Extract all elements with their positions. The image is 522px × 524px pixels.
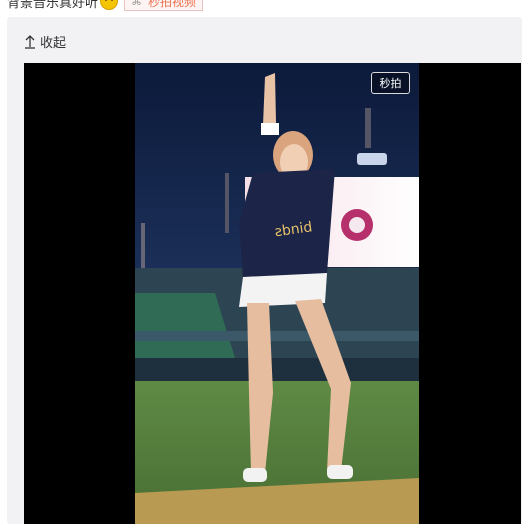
video-link-label: 秒拍视频	[148, 0, 197, 9]
video-frame: ƨbnid	[135, 63, 419, 524]
post-text: 背景音乐真好听	[7, 0, 99, 11]
grin-emoji-icon	[100, 0, 119, 10]
collapse-label: 收起	[40, 36, 67, 51]
video-player[interactable]: ƨbnid 秒拍	[24, 63, 521, 524]
video-source-badge: 秒拍	[371, 72, 410, 94]
video-link-tag[interactable]: ⌘ 秒拍视频	[124, 0, 204, 11]
link-icon: ⌘	[131, 0, 143, 8]
post-text-line: 背景音乐真好听 ⌘ 秒拍视频	[0, 0, 522, 11]
arrow-up-icon	[25, 34, 35, 49]
media-card: 收起 ƨbnid 秒拍	[7, 17, 522, 524]
collapse-button[interactable]: 收起	[24, 32, 66, 51]
